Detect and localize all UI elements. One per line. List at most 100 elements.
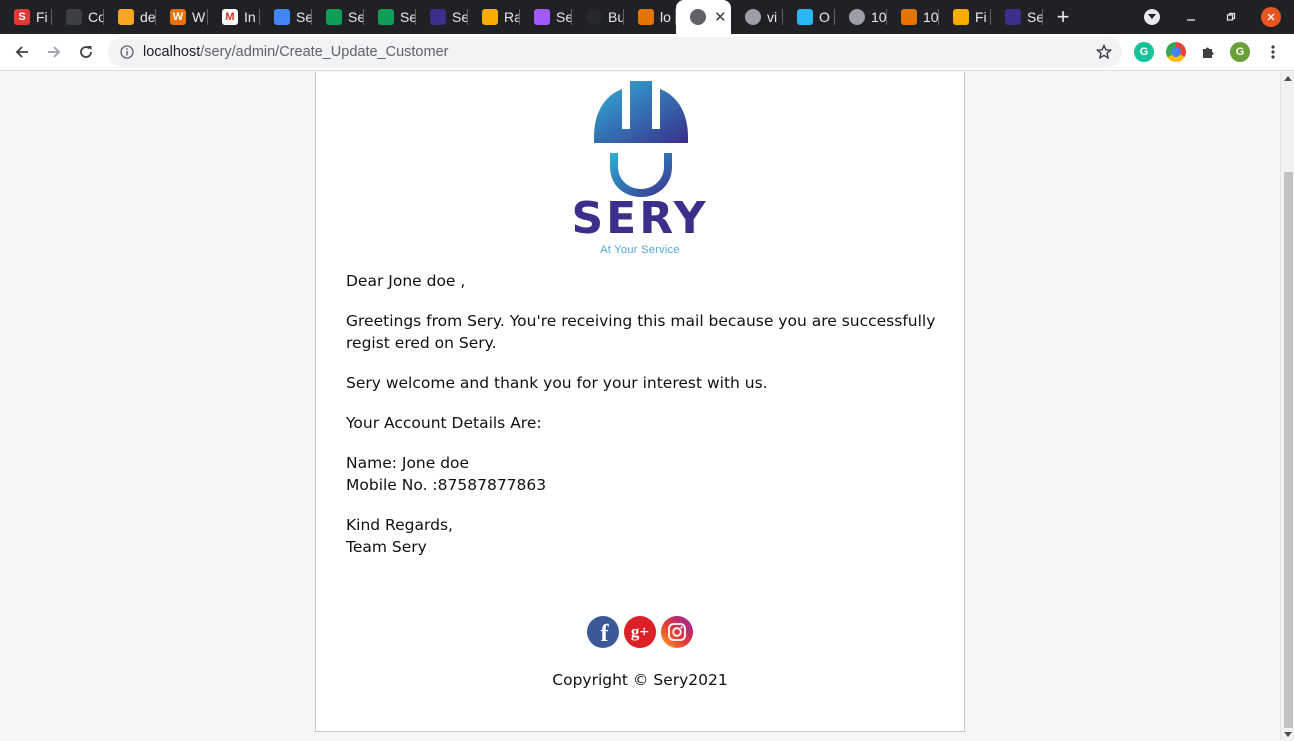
browser-tab[interactable]: M In (208, 0, 260, 34)
grammarly-extension[interactable]: G (1134, 42, 1154, 62)
browser-tab[interactable]: WW (156, 0, 208, 34)
back-button[interactable] (8, 38, 36, 66)
address-bar[interactable]: localhost/sery/admin/Create_Update_Custo… (108, 37, 1122, 67)
google-plus-icon: g+ (630, 622, 650, 641)
helmet-logo-icon (594, 81, 688, 197)
minimize-button[interactable] (1180, 0, 1202, 34)
tab-title: Co (88, 9, 104, 25)
close-window-button[interactable] (1260, 0, 1282, 34)
tab-title: O (819, 9, 830, 25)
regards-text: Kind Regards, (346, 516, 453, 534)
chevron-down-icon (1144, 9, 1160, 25)
tab-title: Se (296, 9, 312, 25)
s-app-icon: S (14, 9, 30, 25)
browser-tab[interactable]: 10 (835, 0, 887, 34)
scroll-down-arrow-icon[interactable] (1284, 732, 1292, 737)
browser-tab[interactable]: S Fi (0, 0, 52, 34)
details-heading: Your Account Details Are: (346, 414, 542, 432)
firebase-icon (118, 9, 134, 25)
tab-title: In (244, 9, 256, 25)
code-icon (66, 9, 82, 25)
profile-initial: G (1235, 46, 1245, 58)
extensions-button[interactable] (1194, 38, 1222, 66)
tab-title: 10 (871, 9, 887, 25)
browser-tab[interactable]: 10 (887, 0, 939, 34)
url-host: localhost (143, 44, 201, 60)
google-plus-link[interactable]: g+ (624, 616, 656, 648)
browser-tab[interactable]: O (783, 0, 835, 34)
forward-button[interactable] (40, 38, 68, 66)
scroll-up-arrow-icon[interactable] (1284, 76, 1292, 81)
browser-tab[interactable]: vi (731, 0, 783, 34)
close-tab-icon[interactable]: ✕ (714, 8, 727, 26)
browser-tab[interactable]: Se (416, 0, 468, 34)
tab-title: Se (556, 9, 572, 25)
browser-tab[interactable]: Bu (572, 0, 624, 34)
tab-search-button[interactable] (1140, 0, 1164, 34)
w-app-icon: W (170, 9, 186, 25)
email-body: Dear Jone doe , Greetings from Sery. You… (346, 270, 936, 576)
tab-title: lo (660, 9, 671, 25)
browser-tab[interactable]: Se (364, 0, 416, 34)
emoji-icon (482, 9, 498, 25)
bookmark-button[interactable] (1090, 38, 1118, 66)
account-details: Name: Jone doe Mobile No. :87587877863 (346, 452, 936, 496)
scroll-thumb[interactable] (1284, 172, 1293, 728)
star-icon (1096, 44, 1112, 60)
browser-tab[interactable]: Se (520, 0, 572, 34)
tab-title: Se (1027, 9, 1043, 25)
tab-title: 10 (923, 9, 939, 25)
facebook-link[interactable]: f (587, 616, 619, 648)
tab-title: Se (400, 9, 416, 25)
browser-tab[interactable]: Se (312, 0, 364, 34)
profile-avatar[interactable]: G (1230, 42, 1250, 62)
reload-button[interactable] (72, 38, 100, 66)
url-path: /sery/admin/Create_Update_Customer (200, 44, 449, 60)
browser-tab[interactable]: Co (52, 0, 104, 34)
page-viewport: SERY At Your Service Dear Jone doe , Gre… (0, 72, 1280, 741)
color-wheel-icon (1171, 47, 1181, 57)
menu-button[interactable] (1259, 38, 1287, 66)
browser-tab[interactable]: de (104, 0, 156, 34)
kebab-menu-icon (1271, 45, 1275, 59)
sheets-icon (378, 9, 394, 25)
browser-tab[interactable]: Fi (939, 0, 991, 34)
tab-title: vi (767, 9, 778, 25)
tab-title: W (192, 9, 206, 25)
colorpick-extension[interactable] (1166, 42, 1186, 62)
puzzle-icon (1203, 47, 1214, 58)
folder-icon (953, 9, 969, 25)
figma-icon (534, 9, 550, 25)
greeting-text: Dear Jone doe , (346, 272, 466, 290)
github-icon (586, 9, 602, 25)
facebook-icon: f (600, 620, 609, 647)
customer-name: Name: Jone doe (346, 454, 470, 472)
browser-toolbar: localhost/sery/admin/Create_Update_Custo… (0, 34, 1294, 71)
email-card: SERY At Your Service Dear Jone doe , Gre… (315, 72, 965, 732)
globe-icon (745, 9, 761, 25)
tab-title: Se (348, 9, 364, 25)
sery-icon (430, 9, 446, 25)
sery-icon (1005, 9, 1021, 25)
browser-tab[interactable]: lo (624, 0, 676, 34)
sery-logo: SERY At Your Service (316, 72, 966, 256)
reload-icon (80, 46, 92, 58)
signature: Kind Regards, Team Sery (346, 514, 936, 558)
page-scrollbar[interactable] (1280, 72, 1294, 741)
restore-icon (1226, 12, 1236, 21)
tab-title: Bu (608, 9, 624, 25)
close-icon (1261, 7, 1281, 27)
new-tab-button[interactable]: + (1043, 0, 1083, 34)
brand-tagline: At Your Service (600, 244, 680, 256)
minimize-icon (1187, 19, 1195, 21)
brand-name: SERY (571, 193, 709, 244)
restore-button[interactable] (1220, 0, 1242, 34)
copyright-text: Copyright © Sery2021 (552, 671, 728, 689)
browser-tab[interactable]: Se (260, 0, 312, 34)
instagram-link[interactable] (661, 616, 693, 648)
browser-tab[interactable]: Ra (468, 0, 520, 34)
browser-tab[interactable]: ✕ (676, 0, 731, 34)
customer-mobile: Mobile No. :87587877863 (346, 476, 547, 494)
browser-tab[interactable]: Se (991, 0, 1043, 34)
sheets-icon (326, 9, 342, 25)
